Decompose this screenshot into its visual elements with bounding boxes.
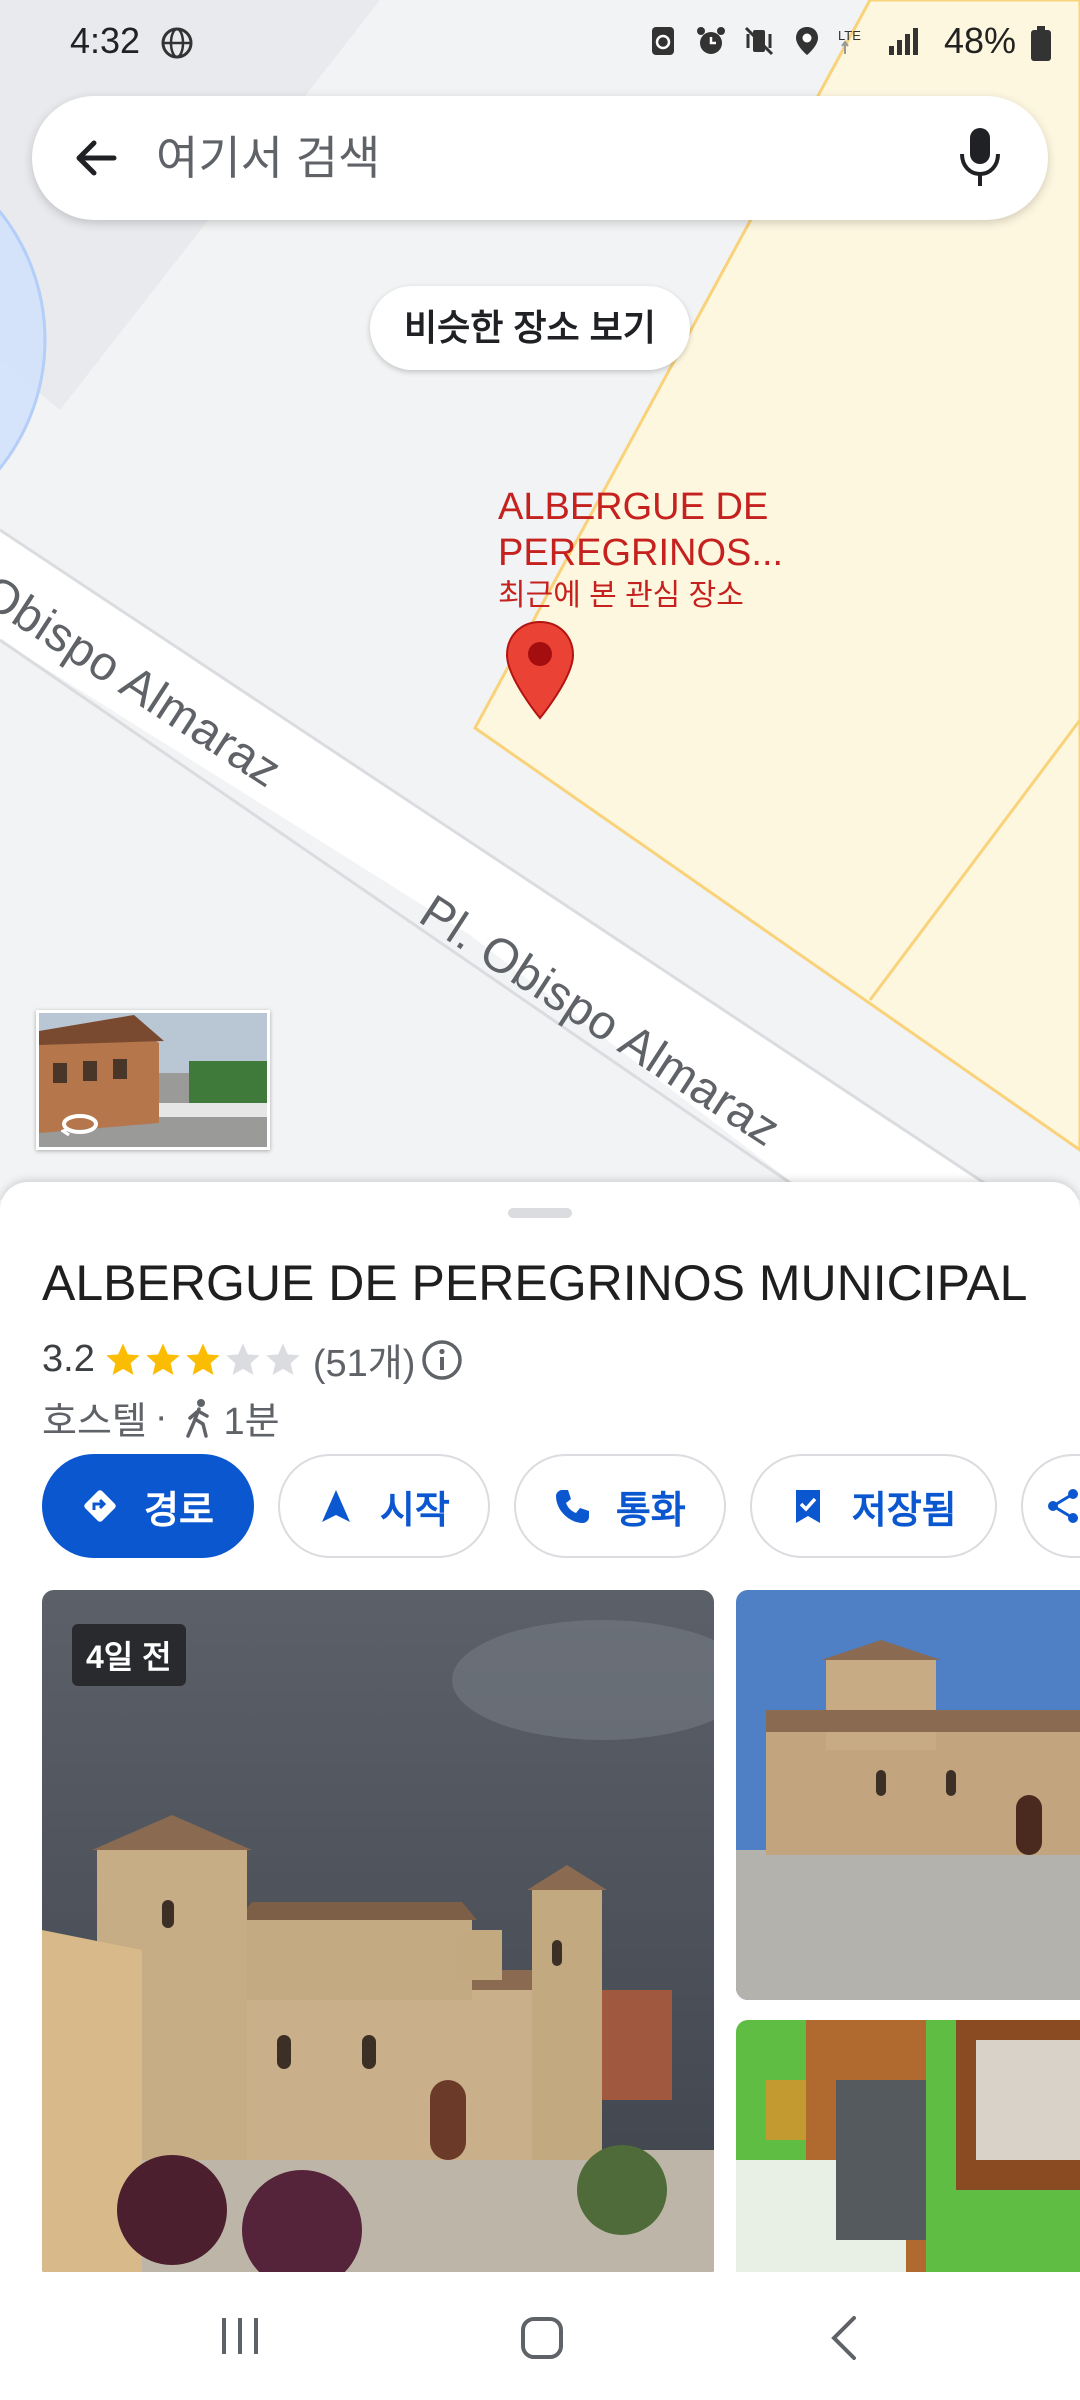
review-count[interactable]: (51개) [313,1332,416,1387]
map-pin-icon[interactable] [504,620,576,720]
place-title: ALBERGUE DE PEREGRINOS MUNICIPAL [42,1255,1028,1311]
photo-side-2[interactable] [736,2020,1080,2272]
bookmark-saved-icon [795,1490,820,1523]
microphone-icon[interactable] [958,126,1002,188]
map-pin-label-subtitle: 최근에 본 관심 장소 [498,579,744,612]
star-empty-icon [266,1342,300,1375]
star-empty-icon [226,1342,260,1375]
rating-row[interactable]: 3.2 (51개) [42,1332,463,1387]
call-button[interactable]: 통화 [513,1454,726,1558]
search-bar[interactable] [32,96,1048,220]
drag-handle[interactable] [508,1208,572,1218]
call-label: 통화 [615,1489,686,1532]
church-photo-2-image [736,1590,1080,2000]
action-chips: 경로 시작 통화 저장됨 [42,1454,1080,1558]
share-button[interactable] [1020,1454,1080,1558]
alarm-icon [697,27,725,54]
street-view-thumbnail[interactable] [36,1010,270,1150]
status-icons: LTE [646,24,920,58]
walk-time: 1분 [223,1401,280,1443]
share-icon [1047,1489,1078,1523]
battery-icon [1031,26,1051,61]
star-filled-icon [186,1342,220,1375]
star-filled-icon [146,1342,180,1375]
status-bar: 4:32 LTE 48% [0,0,1080,84]
back-arrow-icon[interactable] [70,132,122,184]
map-pin-label-name: ALBERGUE DE PEREGRINOS... [498,486,784,574]
back-nav-icon[interactable] [828,2316,860,2360]
church-photo-image [42,1590,714,2272]
directions-button[interactable]: 경로 [42,1454,254,1558]
recycle-notification-icon [652,27,674,55]
cell-signal-icon [889,28,918,55]
system-navigation-bar [0,2272,1080,2400]
room-photo-image [736,2020,1080,2272]
phone-icon [555,1490,589,1523]
search-input[interactable] [156,126,856,190]
similar-places-button[interactable]: 비슷한 장소 보기 [370,286,690,370]
saved-label: 저장됨 [851,1489,957,1532]
location-icon [796,27,818,55]
walking-icon [185,1398,209,1438]
lte-signal-icon: LTE [838,28,861,54]
globe-icon [161,27,193,59]
star-filled-icon [106,1342,140,1375]
map-pin-label[interactable]: ALBERGUE DE PEREGRINOS... 최근에 본 관심 장소 [498,484,783,616]
photo-gallery[interactable]: 4일 전 [42,1590,1080,2272]
photo-age-badge: 4일 전 [72,1624,186,1686]
start-label: 시작 [379,1489,450,1532]
place-bottom-sheet[interactable]: ALBERGUE DE PEREGRINOS MUNICIPAL 3.2 (51… [0,1182,1080,2272]
photo-main[interactable]: 4일 전 [42,1590,714,2272]
directions-icon [84,1490,116,1522]
saved-button[interactable]: 저장됨 [749,1454,997,1558]
place-category: 호스텔 [42,1401,147,1443]
navigation-arrow-icon [321,1490,350,1522]
recent-apps-icon[interactable] [218,2316,262,2356]
photo-side-1[interactable] [736,1590,1080,2000]
vibrate-mute-icon [744,26,774,56]
meta-separator: · [154,1396,168,1438]
home-icon[interactable] [520,2316,564,2360]
place-meta-row: 호스텔 · 1분 [42,1390,280,1445]
status-time: 4:32 [70,20,141,61]
lte-text: LTE [838,28,861,43]
street-view-360-icon [61,1114,98,1137]
info-icon[interactable] [421,1339,463,1381]
directions-label: 경로 [144,1489,214,1532]
battery-percent: 48% [943,20,1016,61]
start-navigation-button[interactable]: 시작 [277,1454,490,1558]
rating-value: 3.2 [42,1338,95,1380]
